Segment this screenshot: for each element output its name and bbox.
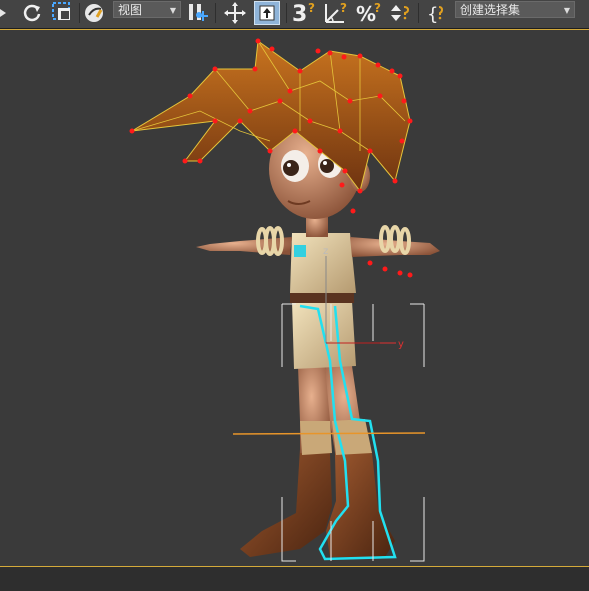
ground-guide-line bbox=[232, 432, 426, 435]
main-toolbar: 视图 ▼ 3 ? ? % ? {创建选择集 ▼ bbox=[0, 0, 589, 29]
snap-toggle-button[interactable]: 3 ? bbox=[290, 1, 320, 26]
left-knee-wrap bbox=[300, 421, 332, 455]
pivot-point-icon[interactable] bbox=[184, 1, 210, 25]
status-bar bbox=[0, 567, 589, 591]
percent-super: ? bbox=[374, 1, 381, 15]
right-arm bbox=[350, 237, 440, 257]
gizmo-axis-z: z bbox=[323, 246, 328, 257]
spinner-snap-icon[interactable] bbox=[386, 1, 414, 25]
angle-snap-button[interactable]: ? bbox=[322, 1, 352, 25]
shirt bbox=[290, 233, 356, 293]
reference-coordinate-dropdown[interactable]: 视图 ▼ bbox=[113, 1, 181, 18]
pendant bbox=[294, 245, 306, 257]
orbit-sphere-icon[interactable] bbox=[82, 1, 108, 25]
toolbar-separator bbox=[286, 3, 287, 23]
toolbar-separator bbox=[215, 3, 216, 23]
chevron-down-icon: ▼ bbox=[563, 6, 570, 15]
chevron-down-icon: ▼ bbox=[169, 6, 176, 15]
reference-coordinate-value: 视图 bbox=[118, 3, 143, 17]
gizmo-axis-y: y bbox=[398, 339, 404, 350]
toolbar-separator bbox=[79, 3, 80, 23]
select-object-button[interactable] bbox=[254, 1, 280, 25]
toolbar-separator bbox=[418, 3, 419, 23]
angle-super: ? bbox=[340, 1, 347, 15]
edit-named-selection-icon[interactable]: { bbox=[424, 1, 452, 25]
curly-label: { bbox=[427, 4, 438, 25]
rotate-icon[interactable] bbox=[20, 1, 44, 25]
move-crosshair-icon[interactable] bbox=[222, 1, 248, 25]
perspective-viewport[interactable]: y z bbox=[0, 29, 589, 567]
named-selection-set-value: 创建选择集 bbox=[460, 3, 521, 17]
left-boot bbox=[240, 449, 332, 557]
move-arrow-icon[interactable] bbox=[0, 1, 12, 25]
snap-label: 3 bbox=[292, 2, 307, 26]
right-boot bbox=[326, 453, 395, 557]
named-selection-set-dropdown[interactable]: 创建选择集 ▼ bbox=[455, 1, 575, 18]
snap-super: ? bbox=[308, 1, 315, 15]
select-region-icon[interactable] bbox=[50, 1, 76, 25]
percent-snap-button[interactable]: % ? bbox=[354, 1, 384, 26]
character-model[interactable] bbox=[129, 38, 441, 558]
